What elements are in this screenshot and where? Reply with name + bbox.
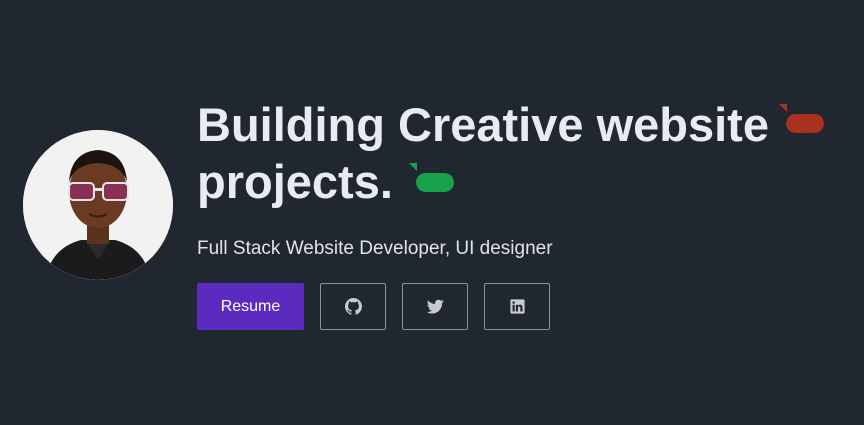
headline-text-2: projects.	[197, 155, 393, 208]
subtitle: Full Stack Website Developer, UI designe…	[197, 238, 553, 259]
profile-photo	[23, 130, 173, 280]
twitter-icon	[426, 299, 444, 314]
cursor-pointer-red-icon	[778, 103, 824, 133]
cursor-pointer-green-icon	[408, 162, 454, 192]
headline-line-1: Building Creative website	[197, 96, 857, 153]
linkedin-icon	[509, 299, 525, 314]
headline-line-2: projects.	[197, 153, 857, 210]
hero-section: Building Creative website projects. Full…	[0, 0, 864, 425]
avatar	[23, 130, 173, 280]
headline-text-1: Building Creative website	[197, 98, 769, 151]
linkedin-button[interactable]	[484, 283, 550, 330]
github-button[interactable]	[320, 283, 386, 330]
headline: Building Creative website projects.	[197, 96, 857, 210]
resume-button[interactable]: Resume	[197, 283, 304, 330]
action-buttons: Resume	[197, 283, 550, 330]
github-icon	[344, 298, 362, 315]
twitter-button[interactable]	[402, 283, 468, 330]
